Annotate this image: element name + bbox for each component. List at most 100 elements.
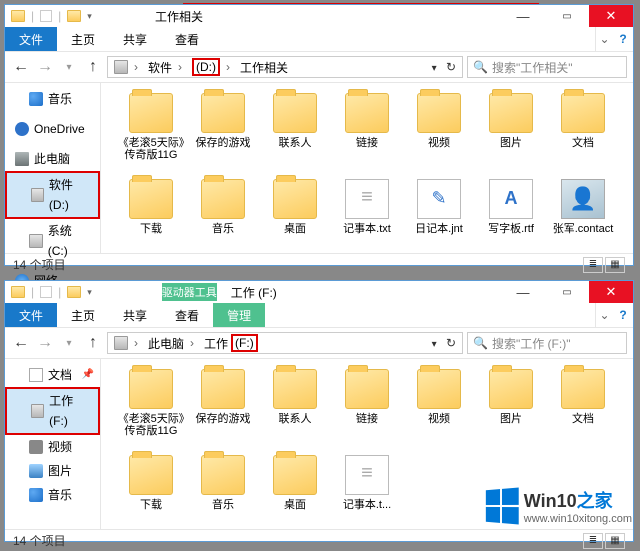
back-button[interactable]: ← [11,333,31,353]
file-item[interactable]: 下载 [115,455,187,541]
view-icons-button[interactable]: ▦ [605,533,625,549]
forward-button[interactable]: → [35,57,55,77]
qat-chevron-icon[interactable]: ▾ [87,11,92,22]
view-icons-button[interactable]: ▦ [605,257,625,273]
file-item[interactable]: 《老滚5天际》传奇版11G [115,93,187,179]
file-item[interactable]: 写字板.rtf [475,179,547,265]
refresh-icon[interactable]: ↻ [446,336,456,350]
ribbon-expand-icon[interactable]: ⌄ [595,27,613,51]
file-item[interactable]: 保存的游戏 [187,369,259,455]
maximize-button[interactable]: ▭ [545,5,589,27]
view-details-button[interactable]: ≣ [583,257,603,273]
titlebar[interactable]: | | ▾ 工作相关 — ▭ ✕ [5,5,633,27]
nav-pictures[interactable]: 图片 [5,459,100,483]
history-chevron-icon[interactable]: ▾ [59,57,79,77]
file-item[interactable]: 文档 [547,93,619,179]
forward-button[interactable]: → [35,333,55,353]
file-item[interactable]: 日记本.jnt [403,179,475,265]
close-button[interactable]: ✕ [589,281,633,303]
file-item[interactable]: 图片 [475,369,547,455]
video-icon [29,440,43,454]
tab-view[interactable]: 查看 [161,303,213,327]
path-box[interactable]: 此电脑 工作 (F:) ▾ ↻ [107,332,463,354]
qat-folder-icon[interactable] [67,286,81,298]
file-item[interactable]: 下载 [115,179,187,265]
search-input[interactable]: 🔍 搜索"工作相关" [467,56,627,78]
tab-view[interactable]: 查看 [161,27,213,51]
file-icon [417,179,461,219]
qat-chevron-icon[interactable]: ▾ [87,287,92,298]
minimize-button[interactable]: — [501,5,545,27]
file-item[interactable]: 记事本.t... [331,455,403,541]
qat-placeholder-icon[interactable] [40,286,52,298]
file-item[interactable]: 视频 [403,369,475,455]
qat-divider: | [31,285,34,299]
file-item[interactable]: 链接 [331,93,403,179]
nav-drive-d[interactable]: 软件 (D:) [5,171,100,219]
nav-this-pc[interactable]: 此电脑 [5,147,100,171]
qat-divider: | [31,9,34,23]
nav-documents[interactable]: 文档📌 [5,363,100,387]
address-bar: ← → ▾ ↑ 软件 (D:) 工作相关 ▾ ↻ 🔍 搜索"工作相关" [5,51,633,83]
up-button[interactable]: ↑ [83,333,103,353]
nav-music[interactable]: 音乐 [5,483,100,507]
qat-placeholder-icon[interactable] [40,10,52,22]
file-label: 联系人 [279,413,312,425]
breadcrumb[interactable]: 软件 [142,57,186,77]
search-input[interactable]: 🔍 搜索"工作 (F:)" [467,332,627,354]
file-item[interactable]: 联系人 [259,93,331,179]
tab-file[interactable]: 文件 [5,27,57,51]
maximize-button[interactable]: ▭ [545,281,589,303]
breadcrumb[interactable]: 工作相关 [234,57,298,77]
file-pane[interactable]: 《老滚5天际》传奇版11G保存的游戏联系人链接视频图片文档下载音乐桌面记事本.t… [101,83,633,253]
close-button[interactable]: ✕ [589,5,633,27]
file-item[interactable]: 桌面 [259,179,331,265]
file-item[interactable]: 音乐 [187,455,259,541]
tab-home[interactable]: 主页 [57,27,109,51]
file-item[interactable]: 记事本.txt [331,179,403,265]
ribbon-expand-icon[interactable]: ⌄ [595,303,613,327]
history-chevron-icon[interactable]: ▾ [59,333,79,353]
file-item[interactable]: 图片 [475,93,547,179]
nav-onedrive[interactable]: OneDrive [5,117,100,141]
tab-share[interactable]: 共享 [109,303,161,327]
file-item[interactable]: 链接 [331,369,403,455]
back-button[interactable]: ← [11,57,31,77]
file-item[interactable]: 音乐 [187,179,259,265]
breadcrumb[interactable]: 工作 (F:) [198,333,268,353]
breadcrumb[interactable]: 此电脑 [142,333,198,353]
file-label: 下载 [140,223,162,235]
nav-videos[interactable]: 视频 [5,435,100,459]
folder-icon [201,369,245,409]
nav-pane: 文档📌 工作 (F:) 视频 图片 音乐 [5,359,101,529]
path-chevron-icon[interactable]: ▾ [432,63,437,74]
titlebar[interactable]: | | ▾ 驱动器工具 工作 (F:) — ▭ ✕ [5,281,633,303]
refresh-icon[interactable]: ↻ [446,60,456,74]
breadcrumb-highlight[interactable]: (D:) [186,57,234,77]
file-item[interactable]: 联系人 [259,369,331,455]
tab-manage[interactable]: 管理 [213,303,265,327]
help-icon[interactable]: ? [613,303,633,327]
minimize-button[interactable]: — [501,281,545,303]
tab-file[interactable]: 文件 [5,303,57,327]
file-item[interactable]: 《老滚5天际》传奇版11G [115,369,187,455]
path-box[interactable]: 软件 (D:) 工作相关 ▾ ↻ [107,56,463,78]
file-item[interactable]: 文档 [547,369,619,455]
file-item[interactable]: 桌面 [259,455,331,541]
file-item[interactable]: 保存的游戏 [187,93,259,179]
view-details-button[interactable]: ≣ [583,533,603,549]
drive-icon [29,234,43,248]
path-chevron-icon[interactable]: ▾ [432,339,437,350]
up-button[interactable]: ↑ [83,57,103,77]
nav-music[interactable]: 音乐 [5,87,100,111]
file-item[interactable]: 张军.contact [547,179,619,265]
nav-drive-f[interactable]: 工作 (F:) [5,387,100,435]
qat-folder-icon[interactable] [67,10,81,22]
tab-home[interactable]: 主页 [57,303,109,327]
help-icon[interactable]: ? [613,27,633,51]
file-label: 下载 [140,499,162,511]
file-item[interactable]: 视频 [403,93,475,179]
folder-icon [345,369,389,409]
tab-share[interactable]: 共享 [109,27,161,51]
file-icon [345,179,389,219]
